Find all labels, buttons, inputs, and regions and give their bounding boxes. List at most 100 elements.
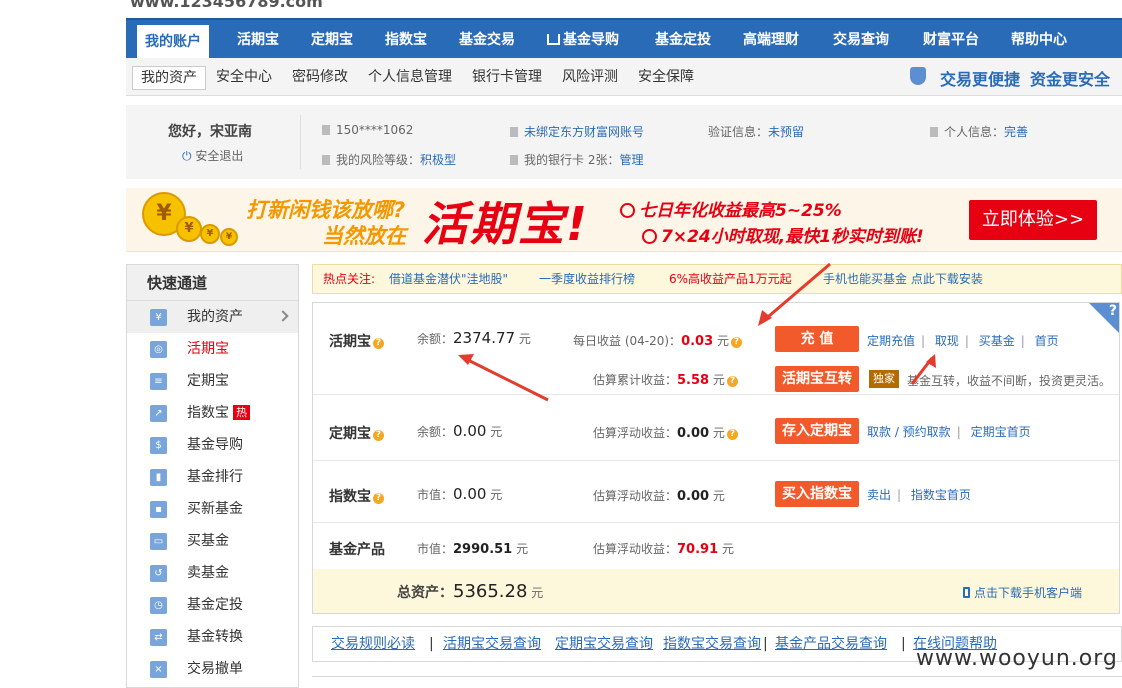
float-value: 0.00 [677, 426, 710, 441]
coin-icon: ¥ [220, 228, 238, 246]
deposit-icon: ≡ [150, 373, 167, 390]
zsb-links: 卖出 | 指数宝首页 [867, 486, 971, 503]
fund-query-link[interactable]: 基金产品交易查询 [775, 627, 887, 661]
hqb-links: 定期充值 | 取现 | 买基金 | 首页 [867, 332, 1059, 349]
divider [300, 115, 301, 169]
subnav-bankcard[interactable]: 银行卡管理 [464, 66, 550, 90]
buy-zsb-button[interactable]: 买入指数宝 [775, 481, 859, 507]
slogan-convenient: 交易更便捷 [940, 70, 1021, 89]
zsb-row: 指数宝? 市值：0.00 元 估算浮动收益：0.00 元 买入指数宝 卖出 | 指… [313, 461, 1119, 523]
sidebar-item-fund-rank[interactable]: ▮ 基金排行 [127, 461, 298, 493]
nav-fund-guide[interactable]: 基金导购 [536, 20, 630, 60]
subnav-security[interactable]: 安全中心 [208, 66, 280, 90]
nav-my-account[interactable]: 我的账户 [136, 24, 210, 61]
nav-fund-plan[interactable]: 基金定投 [642, 20, 724, 60]
separator: | [901, 636, 906, 652]
promo-banner[interactable]: ¥ ¥ ¥ ¥ 打新闲钱该放哪? 当然放在 活期宝! 七日年化收益最高5~25%… [126, 188, 1122, 252]
sidebar-item-hqb[interactable]: ◎ 活期宝 [127, 333, 298, 365]
help-icon[interactable]: ? [730, 337, 742, 348]
main-nav: 我的账户 活期宝 定期宝 指数宝 基金交易 基金导购 基金定投 高端理财 交易查… [126, 18, 1122, 61]
sidebar-item-cancel-order[interactable]: × 交易撤单 [127, 653, 298, 685]
deposit-dqb-button[interactable]: 存入定期宝 [775, 418, 859, 444]
dqb-name: 定期宝? [329, 423, 384, 443]
separator: | [897, 488, 902, 502]
hot-link-3[interactable]: 6%高收益产品1万元起 [669, 265, 792, 293]
nav-dqb[interactable]: 定期宝 [296, 20, 368, 60]
nav-zsb[interactable]: 指数宝 [370, 20, 442, 60]
unit: 元 [531, 586, 544, 600]
sidebar-item-fund-plan[interactable]: ◷ 基金定投 [127, 589, 298, 621]
bankcard-manage-link[interactable]: 管理 [619, 153, 643, 167]
subnav-my-assets[interactable]: 我的资产 [132, 66, 206, 90]
sidebar-item-my-assets[interactable]: ¥ 我的资产 [127, 301, 298, 333]
help-icon[interactable]: ? [373, 430, 384, 441]
nav-wealth[interactable]: 财富平台 [910, 20, 992, 60]
profile-link[interactable]: 完善 [1004, 125, 1028, 139]
sidebar-item-label: 我的资产 [187, 309, 243, 325]
dqb-balance: 余额：0.00 元 [417, 422, 502, 440]
verify-info: 验证信息：未预留 [708, 123, 804, 140]
hqb-swap-button[interactable]: 活期宝互转 [775, 366, 859, 392]
dqb-query-link[interactable]: 定期宝交易查询 [555, 627, 653, 661]
help-icon[interactable]: ? [726, 429, 738, 440]
sidebar-item-new-fund[interactable]: ▪ 买新基金 [127, 493, 298, 525]
buy-fund-link[interactable]: 买基金 [979, 334, 1015, 348]
zsb-home-link[interactable]: 指数宝首页 [911, 488, 971, 502]
withdraw-reserve-link[interactable]: 取款 / 预约取款 [867, 425, 951, 439]
sidebar-item-fund-guide[interactable]: $ 基金导购 [127, 429, 298, 461]
banner-product: 活期宝! [422, 197, 589, 251]
verify-link[interactable]: 未预留 [768, 125, 804, 139]
home-link[interactable]: 首页 [1035, 334, 1059, 348]
sidebar-item-label: 交易撤单 [187, 661, 243, 677]
hot-topics-bar: 热点关注: 借道基金潜伏"洼地股" 一季度收益排行榜 6%高收益产品1万元起 手… [312, 264, 1122, 294]
subnav-personal-info[interactable]: 个人信息管理 [360, 66, 460, 90]
charge-button[interactable]: 充 值 [775, 326, 859, 352]
shield-icon [910, 67, 926, 85]
sidebar-item-label: 指数宝 [187, 405, 229, 421]
verify-label: 验证信息： [708, 125, 769, 139]
subnav-password[interactable]: 密码修改 [284, 66, 356, 90]
sidebar-item-buy-fund[interactable]: ▭ 买基金 [127, 525, 298, 557]
separator: | [964, 334, 969, 348]
subnav-guarantee[interactable]: 安全保障 [630, 66, 702, 90]
nav-trade-query[interactable]: 交易查询 [820, 20, 902, 60]
hqb-query-link[interactable]: 活期宝交易查询 [443, 627, 541, 661]
unit: 元 [712, 373, 725, 387]
nav-hqb[interactable]: 活期宝 [222, 20, 294, 60]
account-info: 未绑定东方财富网账号 [510, 123, 644, 140]
help-icon[interactable]: ? [726, 376, 738, 387]
risk-value[interactable]: 积极型 [420, 153, 456, 167]
cart-icon: ▭ [150, 533, 167, 550]
zsb-query-link[interactable]: 指数宝交易查询 [663, 627, 761, 661]
check-icon [620, 203, 635, 218]
phone-info: 150****1062 [322, 123, 413, 137]
power-icon: ⏻ [182, 149, 192, 163]
bind-account-link[interactable]: 未绑定东方财富网账号 [524, 125, 644, 139]
sidebar-item-dqb[interactable]: ≡ 定期宝 [127, 365, 298, 397]
dqb-home-link[interactable]: 定期宝首页 [971, 425, 1031, 439]
try-now-button[interactable]: 立即体验>> [969, 200, 1097, 240]
total-assets: 总资产：5365.28 元 [397, 581, 543, 602]
fixed-charge-link[interactable]: 定期充值 [867, 334, 915, 348]
daily-label: 每日收益 (04-20)： [573, 334, 682, 348]
logout-link[interactable]: ⏻ 安全退出 [182, 147, 243, 164]
withdraw-link[interactable]: 取现 [935, 334, 959, 348]
hot-link-4[interactable]: 手机也能买基金 点此下载安装 [823, 265, 983, 293]
hot-link-2[interactable]: 一季度收益排行榜 [539, 265, 635, 293]
help-icon[interactable]: ? [373, 493, 384, 504]
sidebar-item-label: 基金排行 [187, 469, 243, 485]
nav-help[interactable]: 帮助中心 [998, 20, 1080, 60]
help-icon[interactable]: ? [373, 338, 384, 349]
download-label: 点击下载手机客户端 [974, 586, 1083, 600]
rules-link[interactable]: 交易规则必读 [331, 627, 415, 661]
sidebar-item-fund-convert[interactable]: ⇄ 基金转换 [127, 621, 298, 653]
sell-link[interactable]: 卖出 [867, 488, 891, 502]
download-app-link[interactable]: 点击下载手机客户端 [963, 584, 1082, 601]
nav-fund-trade[interactable]: 基金交易 [446, 20, 528, 60]
balance-label: 余额： [417, 425, 454, 439]
sidebar-item-zsb[interactable]: ↗ 指数宝热 [127, 397, 298, 429]
hot-link-1[interactable]: 借道基金潜伏"洼地股" [389, 265, 508, 293]
sidebar-item-sell-fund[interactable]: ↺ 卖基金 [127, 557, 298, 589]
nav-high-end[interactable]: 高端理财 [730, 20, 812, 60]
subnav-risk-test[interactable]: 风险评测 [554, 66, 626, 90]
